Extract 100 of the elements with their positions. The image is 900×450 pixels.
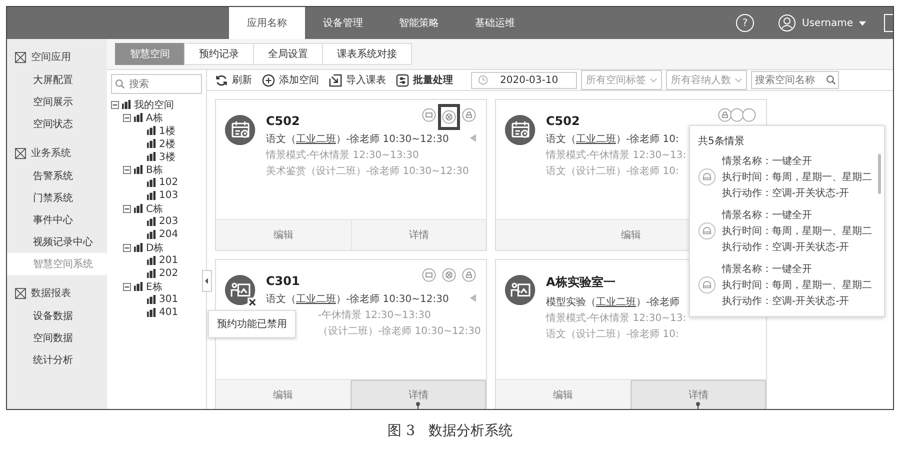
card-button[interactable]: 编辑 — [216, 220, 352, 250]
toolbar-button[interactable]: 刷新 — [215, 73, 252, 87]
scene-detail: 执行时间：每周，星期一、星期二 — [722, 278, 872, 292]
sidebar-item[interactable]: 空间数据 — [7, 327, 107, 349]
section-title: 业务系统 — [31, 146, 71, 160]
building-icon — [147, 269, 156, 278]
import-icon — [329, 74, 342, 86]
schedule-line: 情景模式-午休情景 12:30~13: — [546, 312, 686, 325]
tree-item[interactable]: 102 — [159, 177, 178, 188]
tree-item[interactable]: 2楼 — [159, 136, 176, 150]
sidebar-item[interactable]: 设备数据 — [7, 305, 107, 327]
building-icon — [147, 139, 156, 148]
section-title: 数据报表 — [31, 286, 71, 300]
tab[interactable]: 课表系统对接 — [322, 43, 412, 65]
projector-icon[interactable] — [420, 266, 438, 284]
user-avatar-icon — [778, 14, 796, 32]
scene-icon — [698, 222, 716, 240]
section-icon — [15, 148, 26, 158]
tree-item[interactable]: 1楼 — [159, 124, 176, 138]
building-icon — [134, 113, 143, 122]
building-icon — [134, 204, 143, 213]
tree-item[interactable]: 401 — [159, 307, 178, 318]
clock-icon — [478, 75, 488, 85]
lock-icon[interactable] — [460, 266, 478, 284]
tree-item[interactable]: 203 — [159, 216, 178, 227]
tree-item[interactable]: 103 — [159, 190, 178, 201]
section-icon — [15, 52, 26, 62]
sidebar-item[interactable]: 告警系统 — [7, 165, 107, 187]
device-icon[interactable] — [740, 106, 758, 124]
tree-item[interactable]: E栋 — [146, 280, 162, 294]
collapse-icon[interactable] — [123, 282, 131, 290]
nav-tab[interactable]: 应用名称 — [229, 7, 305, 39]
tree-item[interactable]: C栋 — [146, 202, 163, 216]
caret-icon[interactable] — [470, 134, 476, 142]
toolbar-button[interactable]: 批量处理 — [396, 73, 453, 87]
tree-item[interactable]: 我的空间 — [134, 98, 174, 112]
nav-tab[interactable]: 智能策略 — [381, 7, 457, 39]
schedule-line: 语文（工业二班）-徐老师 10:30~12:30 — [266, 293, 449, 306]
fan-icon[interactable] — [440, 106, 458, 128]
building-icon — [147, 295, 156, 304]
sidebar-item[interactable]: 视频记录中心 — [7, 231, 107, 253]
scene-detail: 执行动作：空调-开关状态-开 — [722, 294, 850, 308]
collapse-icon[interactable] — [111, 100, 119, 108]
menu-button[interactable] — [884, 14, 893, 32]
building-icon — [147, 152, 156, 161]
card-button[interactable]: 详情 — [630, 380, 766, 409]
collapse-handle[interactable] — [202, 270, 212, 292]
nav-tab[interactable]: 基础运维 — [457, 7, 533, 39]
username-menu[interactable]: Username — [802, 18, 853, 28]
sidebar-item[interactable]: 大屏配置 — [7, 69, 107, 91]
sidebar-item[interactable]: 统计分析 — [7, 349, 107, 371]
sidebar-item[interactable]: 门禁系统 — [7, 187, 107, 209]
tree-item[interactable]: 3楼 — [159, 150, 176, 164]
scrollbar[interactable] — [878, 154, 881, 194]
nav-tab[interactable]: 设备管理 — [305, 7, 381, 39]
lock-icon[interactable] — [716, 106, 734, 124]
tree-item[interactable]: A栋 — [146, 110, 163, 124]
tab[interactable]: 预约记录 — [184, 43, 254, 65]
date-field[interactable]: 2020-03-10 — [471, 72, 577, 88]
sidebar-item[interactable]: 空间状态 — [7, 113, 107, 135]
tree-item[interactable]: 301 — [159, 294, 178, 305]
caret-icon — [859, 20, 866, 26]
scene-detail: 情景名称：一键全开 — [722, 262, 813, 276]
scene-detail: 执行动作：空调-开关状态-开 — [722, 186, 850, 200]
building-icon — [147, 178, 156, 187]
collapse-icon[interactable] — [123, 244, 131, 252]
scene-detail: 执行时间：每周，星期一、星期二 — [722, 224, 872, 238]
card-button[interactable]: 详情 — [350, 380, 486, 409]
scene-detail: 情景名称：一键全开 — [722, 208, 813, 222]
collapse-icon[interactable] — [123, 166, 131, 174]
tree-item[interactable]: B栋 — [146, 162, 163, 176]
collapse-icon[interactable] — [123, 114, 131, 122]
search-field[interactable]: 搜索 — [111, 74, 202, 94]
schedule-line: （设计二班）-徐老师 10:30~12:30 — [317, 325, 481, 338]
device-icon[interactable] — [728, 106, 746, 124]
caret-icon[interactable] — [470, 294, 476, 302]
schedule-line: 模型实验（工业二班）-徐老师 — [546, 296, 680, 309]
building-icon — [122, 100, 131, 109]
tree-item[interactable]: 202 — [159, 268, 178, 279]
collapse-icon[interactable] — [123, 204, 131, 212]
tab[interactable]: 全局设置 — [253, 43, 323, 65]
refresh-icon — [215, 74, 228, 86]
chevron-icon — [650, 78, 657, 82]
card-button[interactable]: 详情 — [352, 220, 486, 250]
room-title: C301 — [266, 274, 300, 288]
building-icon — [134, 282, 143, 291]
toolbar-button[interactable]: 添加空间 — [262, 73, 319, 87]
tree-item[interactable]: 204 — [159, 229, 178, 240]
room-title: C502 — [266, 114, 300, 128]
sidebar-item[interactable]: 空间展示 — [7, 91, 107, 113]
tree-item[interactable]: D栋 — [146, 240, 164, 254]
help-button[interactable]: ? — [736, 14, 754, 32]
room-title: C502 — [546, 114, 580, 128]
sidebar-item[interactable]: 智慧空间系统 — [7, 253, 107, 275]
search-field[interactable]: 搜索空间名称 — [751, 71, 839, 89]
sidebar-item[interactable]: 事件中心 — [7, 209, 107, 231]
toolbar-button[interactable]: 导入课表 — [329, 73, 386, 87]
scene-detail: 执行动作：空调-开关状态-开 — [722, 240, 850, 254]
schedule-line: -午休情景 12:30~13:30 — [317, 309, 431, 322]
tree-item[interactable]: 201 — [159, 255, 178, 266]
